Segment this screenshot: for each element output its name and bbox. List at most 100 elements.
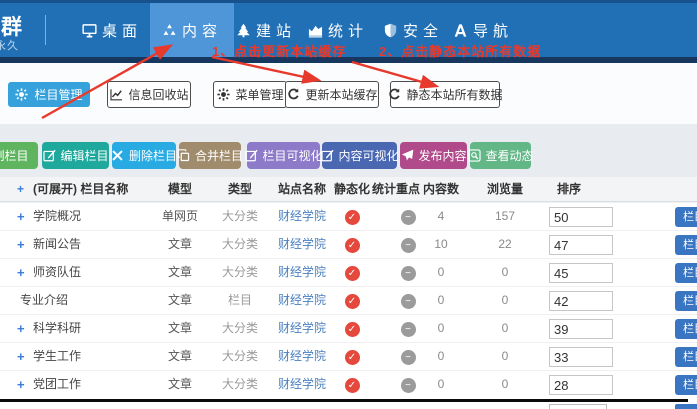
minus-icon[interactable]: − — [401, 322, 416, 337]
menu-manage-button[interactable]: 菜单管理 — [213, 81, 287, 108]
button-label: 合并栏目 — [195, 147, 243, 164]
button-label: 复制栏目 — [0, 147, 29, 164]
expand-icon[interactable]: + — [17, 203, 31, 230]
row-action-button[interactable]: 栏目管理 — [675, 319, 697, 339]
edit-icon — [43, 149, 56, 162]
button-label: 栏目管理 — [34, 86, 82, 103]
table-header: + (可展开) 栏目名称 模型 类型 站点名称 静态化 统计重点 内容数 浏览量… — [0, 177, 697, 202]
table-row: 专业介绍 文章 栏目 财经学院 ✓ − 0 0 栏目管理 — [0, 286, 697, 314]
sort-input[interactable] — [549, 375, 613, 395]
sort-input[interactable] — [549, 207, 613, 227]
screenshot-bottom-line — [0, 399, 688, 402]
sort-input[interactable] — [549, 263, 613, 283]
check-icon[interactable]: ✓ — [345, 294, 360, 309]
nav-item-label: 安全 — [403, 20, 443, 41]
row-action-button[interactable]: 栏目管理 — [675, 263, 697, 283]
column-model: 单网页 — [155, 203, 205, 230]
view-count: 157 — [483, 203, 527, 230]
row-action-button[interactable]: 栏目管理 — [675, 291, 697, 311]
content-visualize-button[interactable]: 内容可视化 — [322, 142, 397, 169]
check-icon[interactable]: ✓ — [345, 238, 360, 253]
content-count: 0 — [419, 259, 463, 286]
minus-icon[interactable]: − — [401, 238, 416, 253]
expand-icon[interactable]: + — [17, 343, 31, 370]
column-type: 栏目 — [215, 287, 265, 314]
delete-column-button[interactable]: 删除栏目 — [112, 142, 176, 169]
row-action-button[interactable]: 栏目管理 — [675, 375, 697, 395]
sort-input[interactable] — [549, 319, 613, 339]
site-link[interactable]: 财经学院 — [272, 343, 332, 370]
site-logo-subtext: 永久 — [0, 37, 19, 53]
content-count: 0 — [419, 287, 463, 314]
minus-icon[interactable]: − — [401, 378, 416, 393]
header-content-count: 内容数 — [419, 177, 463, 201]
publish-content-button[interactable]: 发布内容 — [400, 142, 467, 169]
minus-icon[interactable]: − — [401, 350, 416, 365]
view-count: 22 — [483, 231, 527, 258]
site-link[interactable]: 财经学院 — [272, 203, 332, 230]
nav-item-desktop[interactable]: 桌面 — [82, 3, 142, 57]
send-icon — [401, 149, 414, 162]
sort-input[interactable] — [549, 291, 613, 311]
row-action-button[interactable]: 栏目管理 — [675, 235, 697, 255]
cms-admin-screen: 群 永久 桌面 内容 建站 统计 安全 导航 1、点击更新本站 — [0, 0, 697, 409]
site-link[interactable]: 财经学院 — [272, 371, 332, 398]
column-type: 大分类 — [215, 259, 265, 286]
expand-icon[interactable]: + — [17, 371, 31, 398]
header-column-name: (可展开) 栏目名称 — [33, 177, 128, 201]
column-name: 学生工作 — [33, 343, 81, 370]
edit-column-button[interactable]: 编辑栏目 — [42, 142, 109, 169]
navbar-divider — [45, 15, 46, 45]
chart-icon — [308, 23, 323, 38]
gear-icon — [15, 88, 28, 101]
static-all-data-button[interactable]: 静态本站所有数据 — [390, 81, 500, 108]
copy-column-button[interactable]: 复制栏目 — [0, 142, 38, 169]
column-model: 文章 — [155, 231, 205, 258]
minus-icon[interactable]: − — [401, 266, 416, 281]
site-link[interactable]: 财经学院 — [272, 231, 332, 258]
static-cell: ✓ — [331, 287, 373, 315]
check-icon[interactable]: ✓ — [345, 210, 360, 225]
column-name: 新闻公告 — [33, 231, 81, 258]
site-link[interactable]: 财经学院 — [272, 287, 332, 314]
annotation-note-2: 2、点击静态本站所有数据 — [379, 41, 541, 60]
table-row: + 科学科研 文章 大分类 财经学院 ✓ − 0 0 栏目管理 — [0, 314, 697, 342]
info-recycle-bin-button[interactable]: 信息回收站 — [107, 81, 191, 108]
column-visualize-button[interactable]: 栏目可视化 — [247, 142, 320, 169]
desktop-icon — [82, 23, 97, 38]
column-name: 党团工作 — [33, 371, 81, 398]
check-icon[interactable]: ✓ — [345, 322, 360, 337]
column-type: 大分类 — [215, 343, 265, 370]
update-cache-button[interactable]: 更新本站缓存 — [285, 81, 379, 108]
row-action-button[interactable]: 栏目管理 — [675, 347, 697, 367]
button-label: 信息回收站 — [129, 86, 189, 103]
sort-input[interactable] — [549, 347, 613, 367]
content-count: 0 — [419, 371, 463, 398]
column-manage-button[interactable]: 栏目管理 — [8, 82, 90, 107]
site-link[interactable]: 财经学院 — [272, 315, 332, 342]
check-icon[interactable]: ✓ — [345, 378, 360, 393]
header-static: 静态化 — [331, 177, 373, 201]
sort-input[interactable] — [549, 235, 613, 255]
expand-icon[interactable]: + — [17, 259, 31, 286]
tree-icon — [236, 23, 251, 38]
view-count: 0 — [483, 343, 527, 370]
top-navbar: 群 永久 桌面 内容 建站 统计 安全 导航 — [0, 0, 697, 57]
site-link[interactable]: 财经学院 — [272, 259, 332, 286]
expand-icon[interactable]: + — [17, 231, 31, 258]
header-sort: 排序 — [557, 177, 581, 201]
check-icon[interactable]: ✓ — [345, 350, 360, 365]
row-action-button[interactable]: 栏目管理 — [675, 207, 697, 227]
partial-row-action-button — [675, 404, 697, 409]
minus-icon[interactable]: − — [401, 210, 416, 225]
column-name: 专业介绍 — [20, 287, 68, 314]
minus-icon[interactable]: − — [401, 294, 416, 309]
view-activity-button[interactable]: 查看动态 — [470, 142, 531, 169]
check-icon[interactable]: ✓ — [345, 266, 360, 281]
merge-column-button[interactable]: 合并栏目 — [179, 142, 241, 169]
view-count: 0 — [483, 315, 527, 342]
expand-all-icon[interactable]: + — [17, 177, 24, 201]
expand-icon[interactable]: + — [17, 315, 31, 342]
content-count: 10 — [419, 231, 463, 258]
button-label: 内容可视化 — [339, 147, 399, 164]
